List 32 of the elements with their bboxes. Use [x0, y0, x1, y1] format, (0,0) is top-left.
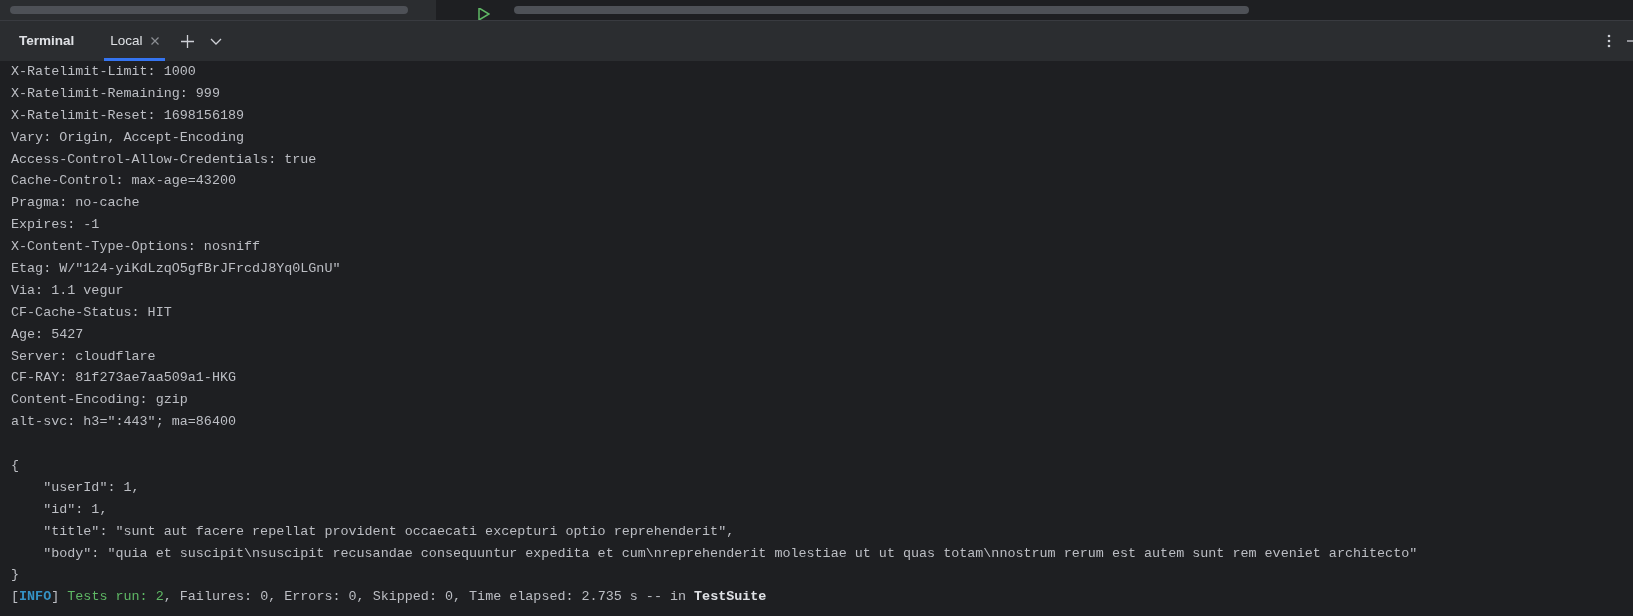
output-line: } — [11, 566, 21, 585]
more-options-icon[interactable] — [1607, 34, 1611, 48]
output-line: Expires: -1 — [11, 216, 101, 235]
output-line: alt-svc: h3=":443"; ma=86400 — [11, 413, 237, 432]
output-line: CF-RAY: 81f273ae7aa509a1-HKG — [11, 369, 237, 388]
output-line: Content-Encoding: gzip — [11, 391, 189, 410]
output-line: Server: cloudflare — [11, 347, 157, 366]
output-line: Via: 1.1 vegur — [11, 281, 125, 300]
scrollbar-thumb[interactable] — [514, 6, 1249, 14]
output-line: Access-Control-Allow-Credentials: true — [11, 150, 318, 169]
output-line: "body": "quia et suscipit\nsuscipit recusandae consequuntur expedita et cum\nreprehenderit molestiae ut ut quas totam\nnostrum rerum est autem sunt rem eveniet architecto" — [42, 544, 1419, 563]
output-line: Etag: W/"124-yiKdLzqO5gfBrJFrcdJ8Yq0LGnU" — [11, 260, 342, 278]
output-line: Age: 5427 — [11, 325, 85, 344]
output-line: [INFO] Tests run: 2, Failures: 0, Errors: 0, Skipped: 0, Time elapsed: 2.735 s -- in TestSuite — [11, 588, 768, 607]
scrollbar-thumb[interactable] — [10, 6, 408, 14]
panel-title: Terminal — [19, 31, 75, 50]
output-line: X-Ratelimit-Remaining: 999 — [11, 84, 221, 103]
output-line: "title": "sunt aut facere repellat provident occaecati excepturi optio reprehenderit", — [42, 522, 736, 541]
output-line: X-Ratelimit-Reset: 1698156189 — [11, 106, 246, 125]
output-line: X-Content-Type-Options: nosniff — [11, 238, 262, 257]
output-line: CF-Cache-Status: HIT — [11, 303, 173, 322]
run-icon[interactable] — [478, 8, 490, 20]
output-line: "userId": 1, — [42, 478, 141, 497]
output-line: "id": 1, — [42, 500, 109, 519]
chevron-down-icon[interactable] — [209, 37, 222, 45]
output-line: Vary: Origin, Accept-Encoding — [11, 128, 246, 147]
close-icon[interactable] — [150, 37, 159, 45]
add-icon[interactable] — [180, 34, 194, 48]
output-line: Cache-Control: max-age=43200 — [11, 172, 237, 191]
output-line: X-Ratelimit-Limit: 1000 — [11, 63, 197, 81]
output-line: Pragma: no-cache — [11, 194, 141, 213]
output-line: { — [11, 457, 21, 476]
